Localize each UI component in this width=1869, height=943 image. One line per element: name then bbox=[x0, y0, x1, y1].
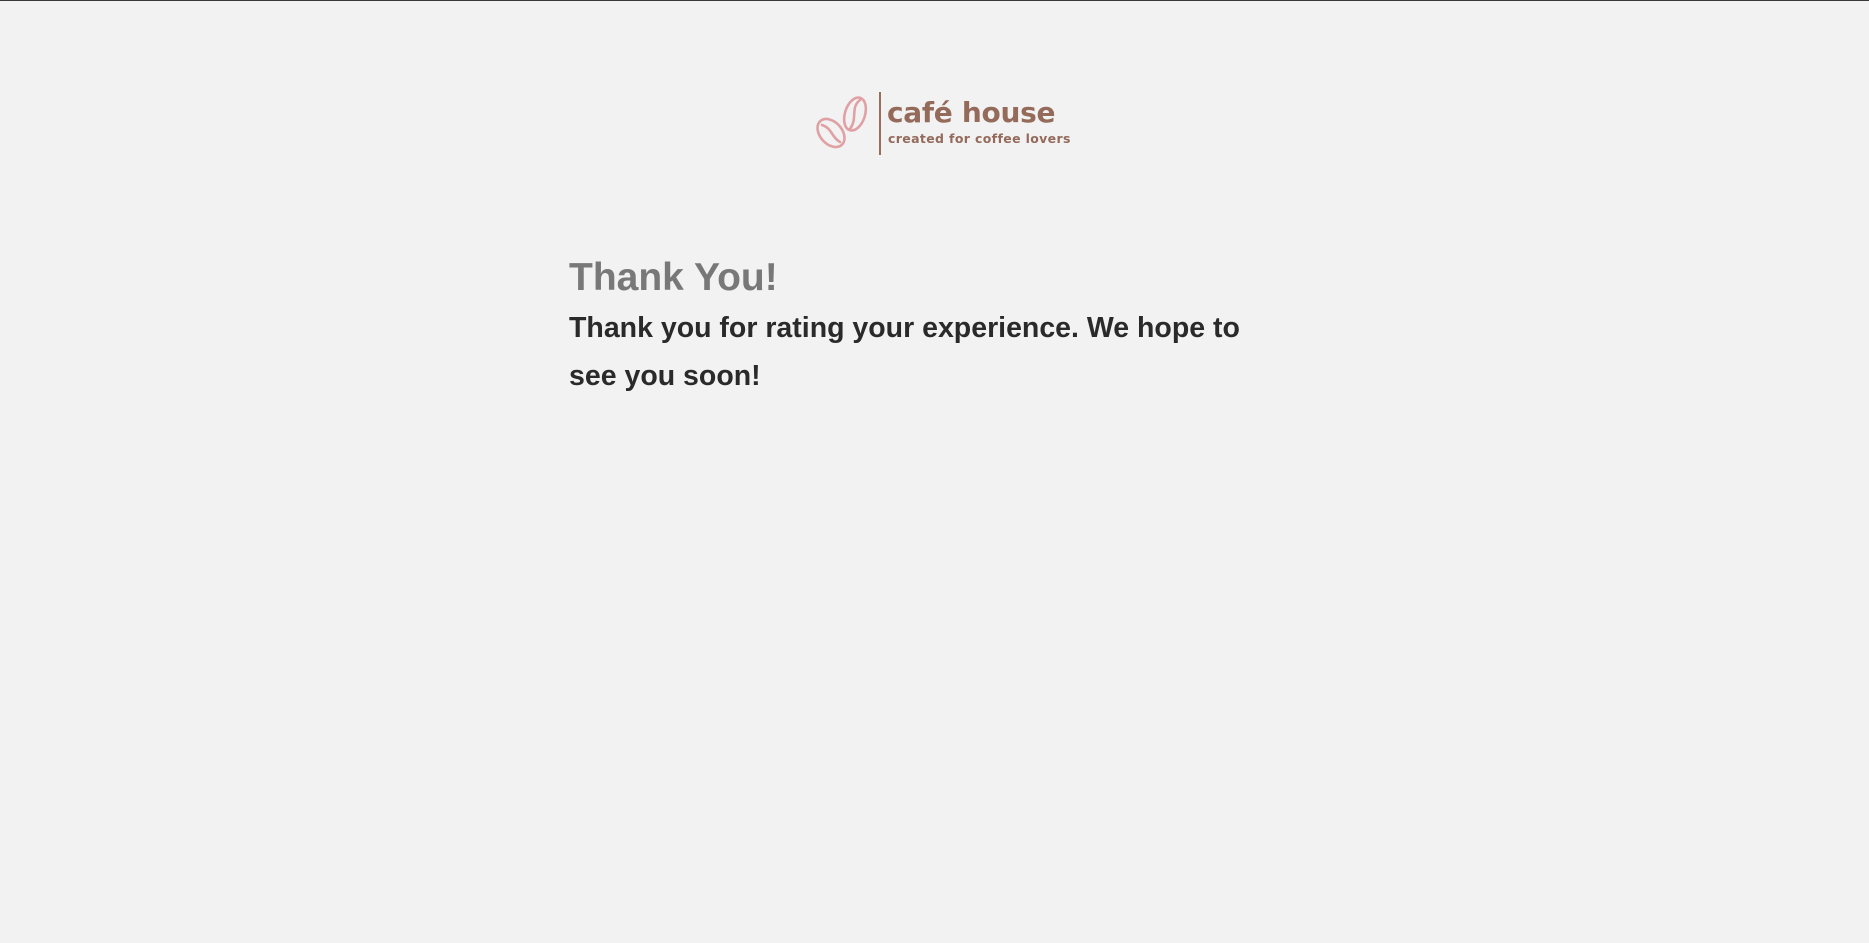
logo-divider bbox=[879, 92, 881, 155]
thank-you-message: Thank you for rating your experience. We… bbox=[569, 312, 1240, 392]
logo-tagline: created for coffee lovers bbox=[888, 131, 1071, 146]
page-title: Thank You! bbox=[569, 256, 778, 299]
cafe-house-logo[interactable]: café house created for coffee lovers bbox=[814, 90, 1074, 160]
coffee-beans-icon bbox=[816, 96, 868, 149]
thank-you-section: Thank You! Thank you for rating your exp… bbox=[569, 252, 1289, 400]
top-border bbox=[0, 0, 1869, 1]
logo-name: café house bbox=[887, 96, 1056, 129]
